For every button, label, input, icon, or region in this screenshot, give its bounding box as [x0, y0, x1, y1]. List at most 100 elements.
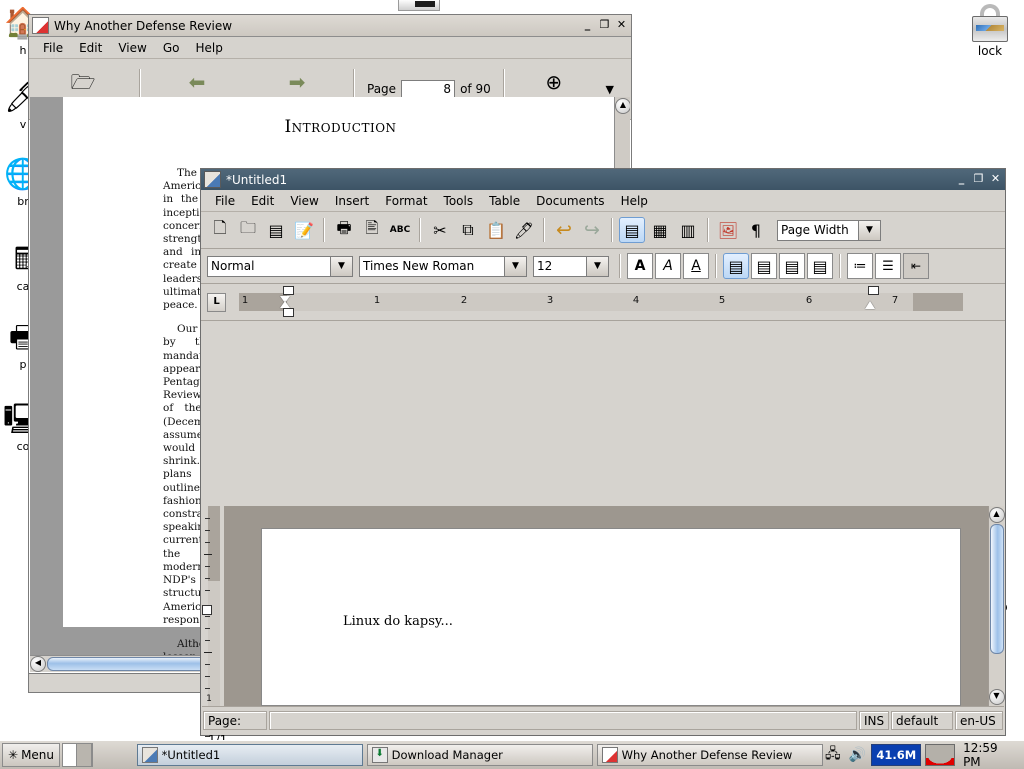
clock[interactable]: 12:59 PM — [959, 741, 1019, 769]
font-dropdown-chevron-down-icon[interactable]: ▼ — [505, 255, 527, 277]
font-size-combo[interactable]: ▼ — [533, 255, 609, 277]
writer-menu-format[interactable]: Format — [377, 192, 435, 210]
first-line-indent-marker[interactable] — [283, 286, 294, 295]
pdf-menu-edit[interactable]: Edit — [71, 39, 110, 57]
writer-menu-view[interactable]: View — [282, 192, 326, 210]
paragraph-style-combo[interactable]: ▼ — [207, 255, 353, 277]
scroll-left-arrow-icon[interactable]: ◀ — [30, 656, 46, 672]
writer-window[interactable]: *Untitled1 _ ❐ ✕ File Edit View Insert F… — [200, 168, 1006, 740]
size-dropdown-chevron-down-icon[interactable]: ▼ — [587, 255, 609, 277]
writer-menu-file[interactable]: File — [207, 192, 243, 210]
status-insert-mode[interactable]: INS — [859, 711, 889, 730]
pdf-menu-view[interactable]: View — [110, 39, 154, 57]
paste-button[interactable]: 📋 — [483, 217, 509, 243]
zoom-combo[interactable]: ▼ — [777, 219, 881, 241]
writer-menu-help[interactable]: Help — [613, 192, 656, 210]
writer-page[interactable]: Linux do kapsy... — [261, 528, 961, 706]
format-paintbrush-button[interactable]: 🖊 — [511, 217, 537, 243]
writer-standard-toolbar[interactable]: 🗋 🗀 ▤ 📝 🖶 🖹 ABC ✂ ⧉ 📋 🖊 ↩ ↪ ▤ ▦ ▥ 🖼 ¶ Pa… — [201, 212, 1005, 249]
writer-workspace[interactable]: 1 2 3 Linux do kapsy... ▲ ▼ — [202, 506, 1005, 737]
writer-maximize-button[interactable]: ❐ — [971, 172, 986, 187]
indent-triangle-bottom-icon[interactable] — [280, 301, 290, 308]
taskbar-button-pdf-viewer[interactable]: Why Another Defense Review — [596, 744, 823, 766]
workspace-2[interactable] — [77, 744, 92, 766]
ruler-strip[interactable]: 1 1 2 3 4 5 6 7 — [239, 293, 963, 311]
status-language[interactable]: en-US — [955, 711, 1003, 730]
style-dropdown-chevron-down-icon[interactable]: ▼ — [331, 255, 353, 277]
right-indent-marker-box[interactable] — [868, 286, 879, 295]
writer-minimize-button[interactable]: _ — [954, 172, 969, 187]
writer-formatting-toolbar[interactable]: ▼ ▼ ▼ A A A ▤ ▤ ▤ ▤ ≔ ☰ ⇤ — [201, 249, 1005, 284]
new-document-button[interactable]: 🗋 — [207, 217, 233, 243]
italic-button[interactable]: A — [655, 253, 681, 279]
pdf-menu-help[interactable]: Help — [187, 39, 230, 57]
page-number-input[interactable] — [401, 80, 456, 98]
writer-menu-tools[interactable]: Tools — [436, 192, 482, 210]
font-name-input[interactable] — [359, 255, 505, 277]
zoom-input[interactable] — [777, 219, 859, 241]
gallery-button[interactable]: 🖼 — [715, 217, 741, 243]
writer-document-text[interactable]: Linux do kapsy... — [343, 614, 453, 629]
page-layout-button[interactable]: ▦ — [647, 217, 673, 243]
tab-stop-selector[interactable]: L — [207, 292, 226, 312]
pdf-titlebar[interactable]: Why Another Defense Review _ ❐ ✕ — [29, 15, 631, 37]
toolbar-overflow-button[interactable]: ▼ — [597, 83, 623, 96]
redo-button[interactable]: ↪ — [579, 217, 605, 243]
scroll-up-arrow-icon[interactable]: ▲ — [615, 98, 630, 114]
underline-button[interactable]: A — [683, 253, 709, 279]
right-indent-triangle-icon[interactable] — [865, 301, 875, 309]
writer-vertical-scrollbar[interactable]: ▲ ▼ — [988, 506, 1005, 706]
pdf-maximize-button[interactable]: ❐ — [597, 18, 612, 33]
pdf-menu-go[interactable]: Go — [155, 39, 188, 57]
font-name-combo[interactable]: ▼ — [359, 255, 527, 277]
page-navigator[interactable]: Page of 90 — [361, 80, 497, 98]
save-document-button[interactable]: ▤ — [263, 217, 289, 243]
memory-usage-indicator[interactable]: 41.6M — [871, 744, 922, 766]
align-left-button[interactable]: ▤ — [723, 253, 749, 279]
workspace-pager[interactable] — [62, 743, 93, 767]
zoom-dropdown-chevron-down-icon[interactable]: ▼ — [859, 219, 881, 241]
bullet-list-button[interactable]: ☰ — [875, 253, 901, 279]
taskbar[interactable]: ✳ Menu *Untitled1 ⬇ Download Manager Why… — [0, 740, 1024, 769]
font-size-input[interactable] — [533, 255, 587, 277]
align-right-button[interactable]: ▤ — [779, 253, 805, 279]
open-document-button[interactable]: 🗀 — [235, 217, 261, 243]
pdf-menu-file[interactable]: File — [35, 39, 71, 57]
writer-vertical-ruler[interactable]: 1 2 3 — [202, 506, 224, 737]
decrease-indent-button[interactable]: ⇤ — [903, 253, 929, 279]
writer-vscroll-thumb[interactable] — [989, 524, 1004, 654]
print-button[interactable]: 🖶 — [331, 217, 357, 243]
pdf-minimize-button[interactable]: _ — [580, 18, 595, 33]
start-menu-button[interactable]: ✳ Menu — [2, 743, 61, 767]
cpu-graph-icon[interactable] — [925, 744, 956, 766]
speaker-icon[interactable]: 🔊 — [847, 744, 867, 766]
status-selection-mode[interactable]: default — [891, 711, 953, 730]
paragraph-style-input[interactable] — [207, 255, 331, 277]
scroll-up-arrow-icon[interactable]: ▲ — [988, 507, 1005, 523]
writer-menu-documents[interactable]: Documents — [528, 192, 612, 210]
taskbar-button-download-manager[interactable]: ⬇ Download Manager — [366, 744, 593, 766]
writer-menu-table[interactable]: Table — [481, 192, 528, 210]
formatting-marks-button[interactable]: ¶ — [743, 217, 769, 243]
copy-button[interactable]: ⧉ — [455, 217, 481, 243]
writer-titlebar[interactable]: *Untitled1 _ ❐ ✕ — [201, 169, 1005, 190]
writer-close-button[interactable]: ✕ — [988, 172, 1003, 187]
taskbar-button-writer[interactable]: *Untitled1 — [136, 744, 363, 766]
pdf-close-button[interactable]: ✕ — [614, 18, 629, 33]
writer-horizontal-ruler[interactable]: L 1 1 2 3 4 5 6 7 — [201, 284, 1005, 321]
desktop-icon-lock[interactable]: lock — [960, 4, 1020, 58]
writer-menu-insert[interactable]: Insert — [327, 192, 377, 210]
cut-button[interactable]: ✂ — [427, 217, 453, 243]
writer-menu-edit[interactable]: Edit — [243, 192, 282, 210]
pdf-menubar[interactable]: File Edit View Go Help — [29, 37, 631, 59]
vertical-indent-marker[interactable] — [202, 605, 212, 615]
workspace-1[interactable] — [63, 744, 78, 766]
system-tray[interactable]: 🖧 🔊 41.6M 12:59 PM — [823, 741, 1024, 769]
bold-button[interactable]: A — [627, 253, 653, 279]
left-indent-marker[interactable] — [283, 308, 294, 317]
scroll-down-arrow-icon[interactable]: ▼ — [988, 689, 1005, 705]
multi-column-button[interactable]: ▥ — [675, 217, 701, 243]
align-center-button[interactable]: ▤ — [751, 253, 777, 279]
spellcheck-button[interactable]: ABC — [387, 217, 413, 243]
edit-file-button[interactable]: 📝 — [291, 217, 317, 243]
